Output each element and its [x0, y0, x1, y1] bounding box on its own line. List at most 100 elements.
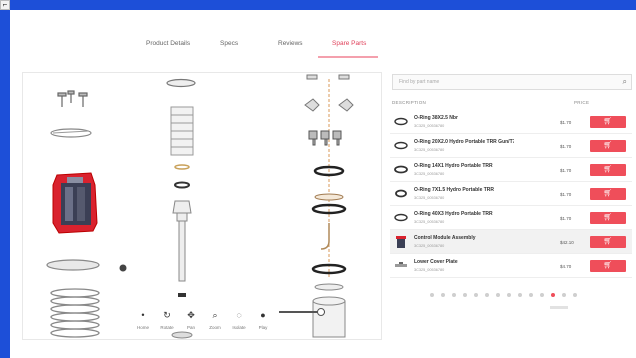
- part-name[interactable]: O-Ring 14X1 Hydro Portable TRR: [414, 163, 493, 169]
- list-item[interactable]: O-Ring 14X1 Hydro Portable TRR 3C325_005…: [390, 158, 632, 182]
- tool-pan[interactable]: ✥ Pan: [179, 305, 203, 330]
- list-item[interactable]: O-Ring 38X2.5 Nbr 3C325_00536780 $1.70 🛒…: [390, 110, 632, 134]
- fitting-part: [308, 130, 342, 146]
- isolate-icon: ◌: [236, 310, 242, 320]
- pagination-dot[interactable]: [507, 293, 511, 297]
- pagination-dot[interactable]: [518, 293, 522, 297]
- window-corner-icon: ⌐: [0, 0, 10, 10]
- part-sku: 3C325_00536780: [414, 172, 445, 176]
- pagination-dot[interactable]: [485, 293, 489, 297]
- part-price: $1.70: [560, 144, 572, 149]
- tool-play-label: Play: [258, 325, 268, 330]
- piston-part: [172, 200, 192, 282]
- control-module-highlighted[interactable]: [52, 172, 98, 234]
- pagination-dot[interactable]: [573, 293, 577, 297]
- nut-part: [119, 264, 127, 272]
- pagination-dot[interactable]: [474, 293, 478, 297]
- list-item[interactable]: O-Ring 20X2.0 Hydro Portable TRR Gun/T76…: [390, 134, 632, 158]
- cart-icon: 🛒︎: [603, 142, 613, 149]
- cover-plate-thumbnail-icon: [395, 262, 407, 267]
- top-cap-part: [166, 78, 196, 88]
- pagination-label: [550, 306, 568, 309]
- o-ring-part: [174, 181, 190, 189]
- cart-icon: 🛒︎: [603, 262, 613, 269]
- product-tabs: Product Details Specs Reviews Spare Part…: [140, 38, 390, 58]
- list-item-selected[interactable]: Control Module Assembly 3C325_00536780 $…: [390, 230, 632, 254]
- app-window: ⌐ Product Details Specs Reviews Spare Pa…: [0, 0, 636, 358]
- tool-home[interactable]: • Home: [131, 305, 155, 330]
- tool-rotate[interactable]: ↻ Rotate: [155, 305, 179, 330]
- play-icon: ●: [260, 310, 266, 320]
- rotate-icon: ↻: [163, 310, 171, 320]
- exploded-view-viewer[interactable]: • Home ↻ Rotate ✥ Pan ⌕ Zoom ◌ Isolate ●…: [22, 72, 382, 340]
- window-top-border: [0, 0, 636, 10]
- pagination-dot[interactable]: [463, 293, 467, 297]
- tool-pan-label: Pan: [186, 325, 195, 330]
- add-to-cart-button[interactable]: 🛒︎: [590, 140, 626, 152]
- part-sku: 3C325_00536780: [414, 196, 445, 200]
- part-name[interactable]: Lower Cover Plate: [414, 259, 458, 265]
- pagination-dots: [430, 293, 600, 299]
- part-name[interactable]: O-Ring 38X2.5 Nbr: [414, 115, 458, 121]
- o-ring-thumbnail-icon: [394, 141, 408, 150]
- part-name[interactable]: O-Ring 20X2.0 Hydro Portable TRR Gun/T76: [414, 139, 514, 145]
- list-item[interactable]: Lower Cover Plate 3C325_00536780 $4.70 🛒…: [390, 254, 632, 278]
- part-price: $1.70: [560, 168, 572, 173]
- o-ring-thumbnail-icon: [394, 213, 408, 222]
- part-name[interactable]: O-Ring 7X1.5 Hydro Portable TRR: [414, 187, 494, 193]
- part-sku: 3C325_00536780: [414, 268, 445, 272]
- add-to-cart-button[interactable]: 🛒︎: [590, 260, 626, 272]
- window-left-border: [0, 0, 10, 358]
- pagination-dot[interactable]: [562, 293, 566, 297]
- add-to-cart-button[interactable]: 🛒︎: [590, 164, 626, 176]
- part-price: $42.10: [560, 240, 574, 245]
- o-ring-thumbnail-icon: [395, 189, 407, 198]
- tab-specs[interactable]: Specs: [220, 40, 238, 47]
- tab-product-details[interactable]: Product Details: [146, 40, 190, 47]
- add-to-cart-button[interactable]: 🛒︎: [590, 236, 626, 248]
- active-tab-indicator: [318, 56, 378, 58]
- part-price: $1.70: [560, 216, 572, 221]
- cart-icon: 🛒︎: [603, 118, 613, 125]
- part-search-box[interactable]: Find by part name ⌕: [392, 74, 632, 90]
- part-price: $4.70: [560, 264, 572, 269]
- part-name[interactable]: Control Module Assembly: [414, 235, 476, 241]
- pagination-dot[interactable]: [452, 293, 456, 297]
- part-price: $1.70: [560, 192, 572, 197]
- filter-cartridge-part: [170, 106, 194, 156]
- tab-spare-parts[interactable]: Spare Parts: [332, 40, 366, 47]
- pagination-dot[interactable]: [430, 293, 434, 297]
- o-ring-thumbnail-icon: [394, 117, 408, 126]
- pan-icon: ✥: [187, 310, 195, 320]
- list-item[interactable]: O-Ring 7X1.5 Hydro Portable TRR 3C325_00…: [390, 182, 632, 206]
- cart-icon: 🛒︎: [603, 190, 613, 197]
- tool-isolate-label: Isolate: [232, 325, 246, 330]
- search-icon[interactable]: ⌕: [623, 77, 627, 87]
- slider-handle[interactable]: [317, 308, 325, 316]
- part-name[interactable]: O-Ring 40X3 Hydro Portable TRR: [414, 211, 493, 217]
- tool-play[interactable]: ● Play: [251, 305, 275, 330]
- o-ring-part: [174, 164, 190, 170]
- column-header-description: DESCRIPTION: [392, 100, 427, 105]
- list-item[interactable]: O-Ring 40X3 Hydro Portable TRR 3C325_005…: [390, 206, 632, 230]
- tool-isolate[interactable]: ◌ Isolate: [227, 305, 251, 330]
- pagination-dot[interactable]: [496, 293, 500, 297]
- add-to-cart-button[interactable]: 🛒︎: [590, 188, 626, 200]
- exploded-parts-drawing[interactable]: [23, 73, 383, 341]
- cart-icon: 🛒︎: [603, 214, 613, 221]
- screw-icon: [57, 90, 88, 107]
- pagination-dot[interactable]: [551, 293, 555, 297]
- pagination-dot[interactable]: [529, 293, 533, 297]
- tool-zoom[interactable]: ⌕ Zoom: [203, 305, 227, 330]
- pagination-dot[interactable]: [540, 293, 544, 297]
- search-input[interactable]: Find by part name: [399, 79, 439, 85]
- tool-home-label: Home: [136, 325, 149, 330]
- explode-slider[interactable]: [279, 308, 325, 316]
- part-sku: 3C325_00536780: [414, 244, 445, 248]
- add-to-cart-button[interactable]: 🛒︎: [590, 116, 626, 128]
- hook-part: [320, 223, 330, 250]
- pagination-dot[interactable]: [441, 293, 445, 297]
- add-to-cart-button[interactable]: 🛒︎: [590, 212, 626, 224]
- tab-reviews[interactable]: Reviews: [278, 40, 303, 47]
- disc-part: [46, 259, 100, 271]
